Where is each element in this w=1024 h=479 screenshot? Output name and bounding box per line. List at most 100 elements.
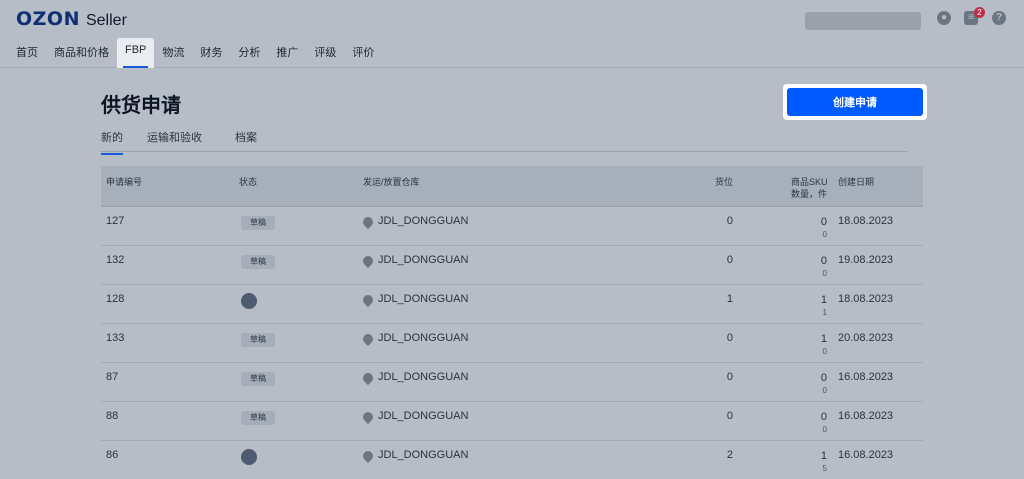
status-indicator xyxy=(241,449,257,465)
status-badge: 草稿 xyxy=(241,411,275,425)
header-date: 创建日期 xyxy=(838,177,875,187)
item-quantity: 0 xyxy=(822,269,827,278)
warehouse-name: JDL_DONGGUAN xyxy=(378,254,469,266)
main-nav: 首页 商品和价格 FBP 物流 财务 分析 推广 评级 评价 xyxy=(8,38,382,68)
location-pin-icon xyxy=(360,253,376,269)
item-quantity: 0 xyxy=(822,230,827,239)
search-input[interactable] xyxy=(805,12,921,30)
nav-item[interactable]: 分析 xyxy=(230,38,268,68)
item-quantity: 0 xyxy=(822,347,827,356)
slots-count: 1 xyxy=(726,293,733,305)
create-button-highlight: 创建申请 xyxy=(783,84,927,120)
tab-label: 运输和验收 xyxy=(147,132,202,144)
header-id: 申请编号 xyxy=(106,177,143,187)
sku-count: 0 xyxy=(820,411,827,423)
table-row[interactable]: 132 草稿 JDL_DONGGUAN 0 0 0 19.08.2023 xyxy=(101,246,923,285)
request-id[interactable]: 87 xyxy=(106,371,118,383)
item-quantity: 0 xyxy=(822,386,827,395)
slots-count: 0 xyxy=(726,332,733,344)
created-date: 16.08.2023 xyxy=(838,371,894,383)
status-badge: 草稿 xyxy=(241,255,275,269)
table-row[interactable]: 87 草稿 JDL_DONGGUAN 0 0 0 16.08.2023 xyxy=(101,363,923,402)
slots-count: 0 xyxy=(726,410,733,422)
created-date: 18.08.2023 xyxy=(838,293,894,305)
created-date: 20.08.2023 xyxy=(838,332,894,344)
request-id[interactable]: 128 xyxy=(106,293,124,305)
sku-count: 0 xyxy=(820,372,827,384)
status-badge: 草稿 xyxy=(241,333,275,347)
status-indicator xyxy=(241,293,257,309)
warehouse-name: JDL_DONGGUAN xyxy=(378,332,469,344)
logo-seller: Seller xyxy=(85,12,127,29)
nav-item[interactable]: 评级 xyxy=(306,38,344,68)
slots-count: 2 xyxy=(726,449,733,461)
header-warehouse: 发运/放置仓库 xyxy=(363,177,420,187)
logo-ozon: OZON xyxy=(16,8,80,30)
header-sku-sub: 数量，件 xyxy=(791,189,828,199)
request-id[interactable]: 86 xyxy=(106,449,118,461)
nav-item[interactable]: 物流 xyxy=(154,38,192,68)
page-title: 供货申请 xyxy=(101,95,181,117)
table-row[interactable]: 128 JDL_DONGGUAN 1 1 1 18.08.2023 xyxy=(101,285,923,324)
create-request-button[interactable]: 创建申请 xyxy=(787,88,923,116)
request-id[interactable]: 127 xyxy=(106,215,124,227)
request-id[interactable]: 132 xyxy=(106,254,124,266)
tab-transport[interactable]: 运输和验收 xyxy=(147,129,202,153)
header-status: 状态 xyxy=(239,177,258,187)
sku-count: 0 xyxy=(820,255,827,267)
status-badge: 草稿 xyxy=(241,372,275,386)
created-date: 18.08.2023 xyxy=(838,215,894,227)
location-pin-icon xyxy=(360,214,376,230)
status-badge: 草稿 xyxy=(241,216,275,230)
slots-count: 0 xyxy=(726,371,733,383)
tab-label: 档案 xyxy=(235,132,257,144)
user-icon[interactable]: ● xyxy=(937,11,951,25)
warehouse-name: JDL_DONGGUAN xyxy=(378,371,469,383)
tab-archive[interactable]: 档案 xyxy=(235,129,257,153)
tab-label: 新的 xyxy=(101,132,123,144)
logo[interactable]: OZON Seller xyxy=(16,8,127,30)
item-quantity: 5 xyxy=(822,464,827,473)
table-row[interactable]: 133 草稿 JDL_DONGGUAN 0 1 0 20.08.2023 xyxy=(101,324,923,363)
warehouse-name: JDL_DONGGUAN xyxy=(378,293,469,305)
request-id[interactable]: 133 xyxy=(106,332,124,344)
location-pin-icon xyxy=(360,409,376,425)
location-pin-icon xyxy=(360,370,376,386)
tab-bar: 新的 运输和验收 档案 xyxy=(101,124,907,155)
table-body: 127 草稿 JDL_DONGGUAN 0 0 0 18.08.2023 132… xyxy=(101,207,923,479)
warehouse-name: JDL_DONGGUAN xyxy=(378,410,469,422)
supply-requests-table: 申请编号 状态 发运/放置仓库 货位 商品SKU 数量，件 创建日期 127 草… xyxy=(101,166,923,479)
created-date: 16.08.2023 xyxy=(838,410,894,422)
notification-badge: 2 xyxy=(974,7,985,18)
warehouse-name: JDL_DONGGUAN xyxy=(378,215,469,227)
created-date: 19.08.2023 xyxy=(838,254,894,266)
nav-item[interactable]: 推广 xyxy=(268,38,306,68)
request-id[interactable]: 88 xyxy=(106,410,118,422)
table-row[interactable]: 86 JDL_DONGGUAN 2 1 5 16.08.2023 xyxy=(101,441,923,479)
location-pin-icon xyxy=(360,448,376,464)
sku-count: 0 xyxy=(820,216,827,228)
top-bar: OZON Seller ● ≡ 2 ? 首页 商品和价格 FBP 物流 财务 分析 推广 评级… xyxy=(0,0,1024,68)
sku-count: 1 xyxy=(820,333,827,345)
nav-item[interactable]: FBP xyxy=(117,38,155,68)
nav-item[interactable]: 商品和价格 xyxy=(46,38,117,68)
created-date: 16.08.2023 xyxy=(838,449,894,461)
slots-count: 0 xyxy=(726,254,733,266)
nav-item[interactable]: 首页 xyxy=(8,38,46,68)
warehouse-name: JDL_DONGGUAN xyxy=(378,449,469,461)
sku-count: 1 xyxy=(820,294,827,306)
header-slots: 货位 xyxy=(715,177,734,187)
help-icon[interactable]: ? xyxy=(992,11,1006,25)
nav-item[interactable]: 评价 xyxy=(344,38,382,68)
slots-count: 0 xyxy=(726,215,733,227)
item-quantity: 0 xyxy=(822,425,827,434)
tab-new[interactable]: 新的 xyxy=(101,129,123,155)
sku-count: 1 xyxy=(820,450,827,462)
location-pin-icon xyxy=(360,292,376,308)
table-row[interactable]: 127 草稿 JDL_DONGGUAN 0 0 0 18.08.2023 xyxy=(101,207,923,246)
item-quantity: 1 xyxy=(822,308,827,317)
location-pin-icon xyxy=(360,331,376,347)
nav-item[interactable]: 财务 xyxy=(192,38,230,68)
table-header: 申请编号 状态 发运/放置仓库 货位 商品SKU 数量，件 创建日期 xyxy=(101,166,923,207)
table-row[interactable]: 88 草稿 JDL_DONGGUAN 0 0 0 16.08.2023 xyxy=(101,402,923,441)
